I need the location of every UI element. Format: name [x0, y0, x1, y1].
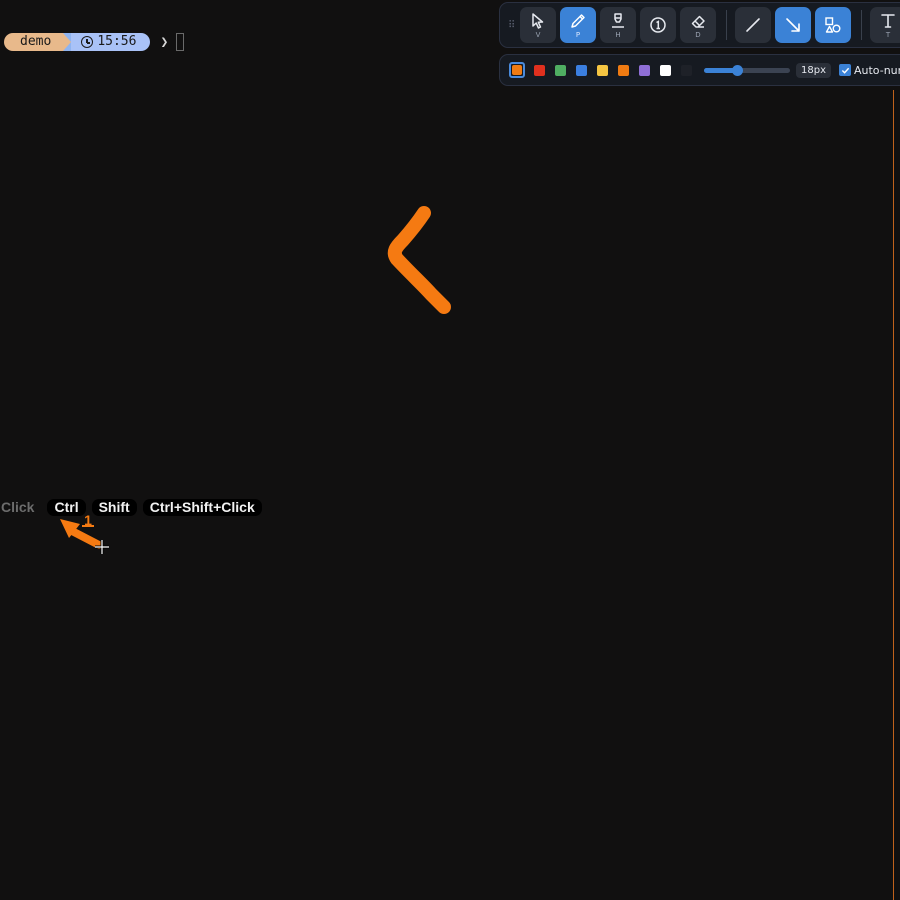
arrow-annotation[interactable] [68, 527, 103, 549]
click-badge-ctrl-shift-click: Ctrl+Shift+Click [142, 499, 262, 516]
pen-stroke[interactable] [387, 206, 451, 314]
annotation-layer: 1 [60, 206, 451, 554]
click-badge-ctrl: Ctrl [47, 499, 86, 516]
click-badge-shift: Shift [91, 499, 137, 516]
click-modifier-badges: Click Ctrl Shift Ctrl+Shift+Click [0, 499, 268, 516]
click-badge-click: Click [1, 499, 35, 515]
